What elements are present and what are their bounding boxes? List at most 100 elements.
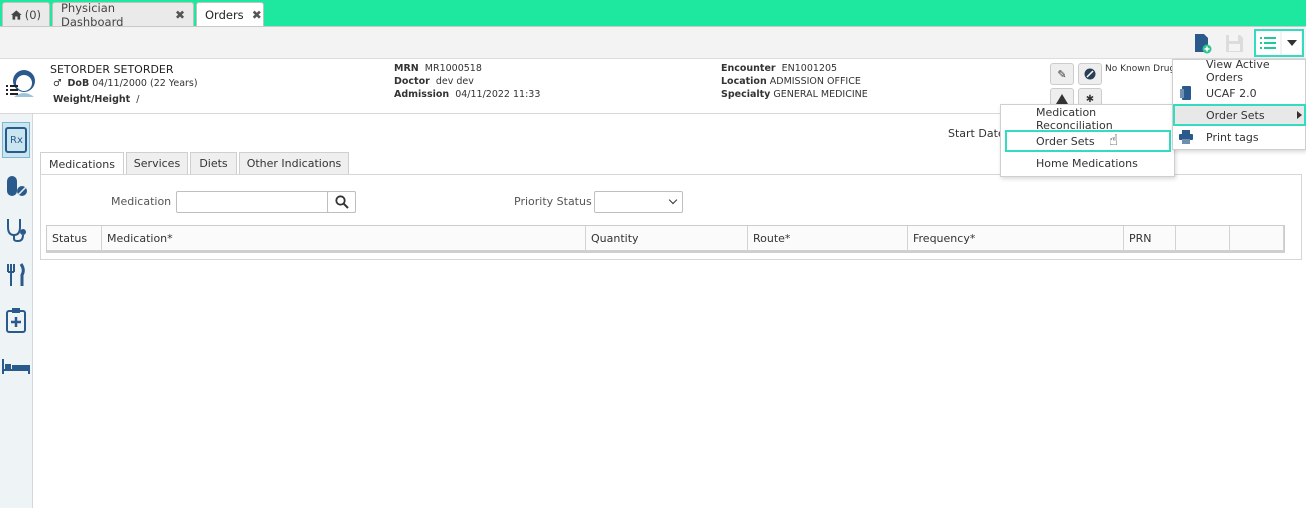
patient-dob: ♂ DoB 04/11/2000 (22 Years) [53, 78, 198, 89]
doctor-value: dev dev [435, 76, 474, 87]
patient-avatar-icon [6, 70, 35, 97]
fork-knife-icon [7, 263, 25, 286]
column-route[interactable]: Route* [748, 226, 908, 251]
tab-physician-dashboard-label: Physician Dashboard [61, 0, 124, 29]
tab-physician-dashboard[interactable]: Physician Dashboard ✖ [52, 0, 194, 29]
tab-bar: (0) Physician Dashboard ✖ Orders ✖ [0, 0, 1306, 29]
sidebar-item-clipboard[interactable] [2, 302, 30, 338]
column-extra-2 [1230, 226, 1284, 251]
admission-label: Admission [394, 89, 450, 100]
chevron-right-icon [1297, 111, 1302, 119]
prescription-icon: Rx [5, 127, 27, 153]
save-button[interactable] [1221, 30, 1247, 56]
no-entry-icon [1084, 68, 1096, 80]
orders-menu-button[interactable] [1254, 29, 1304, 57]
doctor-label: Doctor [394, 76, 430, 87]
caret-down-icon [1286, 40, 1297, 46]
specialty: Specialty GENERAL MEDICINE [721, 89, 868, 100]
menu-item-order-sets-parent-label: Order Sets [1206, 108, 1265, 122]
gender-icon: ♂ [53, 78, 62, 89]
new-document-icon [1195, 34, 1212, 54]
column-prn[interactable]: PRN [1124, 226, 1176, 251]
medical-clipboard-icon [6, 308, 26, 333]
medication-search-button[interactable] [327, 191, 356, 213]
mrn: MRN MR1000518 [394, 63, 482, 74]
menu-item-ucaf[interactable]: UCAF 2.0 [1173, 82, 1306, 104]
svg-text:Rx: Rx [10, 135, 23, 146]
list-icon [1260, 37, 1276, 49]
admission-value: 04/11/2022 11:33 [455, 89, 541, 100]
column-medication[interactable]: Medication* [102, 226, 586, 251]
menu-item-medication-reconciliation[interactable]: Medication Reconciliation [1001, 106, 1174, 132]
close-icon[interactable]: ✖ [252, 8, 262, 22]
weight-height-label: Weight/Height [53, 94, 131, 105]
mrn-label: MRN [394, 63, 419, 74]
allergy-status: No Known Drug [1105, 64, 1176, 74]
search-icon [334, 195, 349, 209]
tab-home-label: (0) [24, 7, 41, 22]
document-icon [1180, 86, 1191, 100]
save-icon [1226, 35, 1243, 52]
warning-icon [1056, 94, 1068, 104]
specialty-value: GENERAL MEDICINE [773, 89, 868, 100]
menu-item-order-sets[interactable]: Order Sets ☝ [1005, 130, 1171, 152]
left-sidebar: Rx [0, 114, 33, 508]
location: Location ADMISSION OFFICE [721, 76, 861, 87]
subtab-diets[interactable]: Diets [190, 152, 237, 174]
admission: Admission 04/11/2022 11:33 [394, 89, 540, 100]
medication-label: Medication [111, 195, 172, 208]
encounter-value: EN1001205 [781, 63, 838, 74]
menu-item-ucaf-label: UCAF 2.0 [1206, 86, 1257, 100]
tab-home[interactable]: (0) [2, 2, 50, 26]
start-date-label: Start Date [948, 127, 1005, 140]
location-label: Location [721, 76, 767, 87]
subtab-medications[interactable]: Medications [40, 152, 124, 175]
tab-orders-label: Orders [205, 7, 244, 22]
syringe-button[interactable]: ✎ [1050, 63, 1074, 85]
sidebar-item-medications[interactable] [2, 168, 30, 204]
location-value: ADMISSION OFFICE [769, 76, 861, 87]
sidebar-item-prescriptions[interactable]: Rx [2, 122, 30, 158]
column-quantity[interactable]: Quantity [586, 226, 748, 251]
column-status[interactable]: Status [47, 226, 102, 251]
no-entry-button[interactable] [1078, 63, 1102, 85]
column-extra-1 [1176, 226, 1230, 251]
menu-item-print-tags-label: Print tags [1206, 130, 1259, 144]
toolbar [0, 26, 1306, 59]
encounter: Encounter EN1001205 [721, 63, 837, 74]
syringe-icon: ✎ [1057, 67, 1067, 81]
subtab-services[interactable]: Services [126, 152, 188, 174]
tab-orders[interactable]: Orders ✖ [196, 2, 264, 26]
orders-dropdown-menu: View Active Orders UCAF 2.0 Order Sets P… [1172, 58, 1306, 150]
weight-height-value: / [136, 94, 140, 105]
sidebar-item-diets[interactable] [2, 257, 30, 293]
home-icon [11, 9, 22, 20]
menu-item-home-medications[interactable]: Home Medications [1001, 152, 1174, 174]
menu-item-order-sets-label: Order Sets [1036, 134, 1095, 148]
dropdown-toggle[interactable] [1282, 31, 1301, 55]
specialty-label: Specialty [721, 89, 771, 100]
sidebar-item-admission[interactable] [2, 348, 30, 384]
priority-status-select[interactable] [594, 191, 683, 213]
mrn-value: MR1000518 [424, 63, 482, 74]
subtab-other-indications[interactable]: Other Indications [239, 152, 349, 174]
new-document-button[interactable] [1189, 30, 1215, 56]
encounter-label: Encounter [721, 63, 776, 74]
close-icon[interactable]: ✖ [175, 8, 185, 22]
pills-icon [7, 176, 27, 196]
column-frequency[interactable]: Frequency* [908, 226, 1124, 251]
list-button[interactable] [1256, 31, 1280, 55]
bug-icon: ✱ [1085, 93, 1095, 105]
menu-item-order-sets-parent[interactable]: Order Sets [1173, 104, 1306, 126]
medications-panel: Medication Priority Status Status Medica… [40, 174, 1302, 260]
dob-value: 04/11/2000 (22 Years) [92, 78, 198, 89]
printer-icon [1179, 130, 1193, 144]
patient-name: SETORDER SETORDER [50, 63, 174, 76]
medications-grid-header: Status Medication* Quantity Route* Frequ… [46, 225, 1285, 253]
stethoscope-icon [7, 219, 26, 243]
sidebar-item-examination[interactable] [2, 212, 30, 248]
menu-item-print-tags[interactable]: Print tags [1173, 126, 1306, 148]
dob-label: DoB [67, 78, 90, 89]
menu-item-view-active-orders[interactable]: View Active Orders [1173, 58, 1306, 84]
chevron-down-icon [668, 195, 678, 205]
